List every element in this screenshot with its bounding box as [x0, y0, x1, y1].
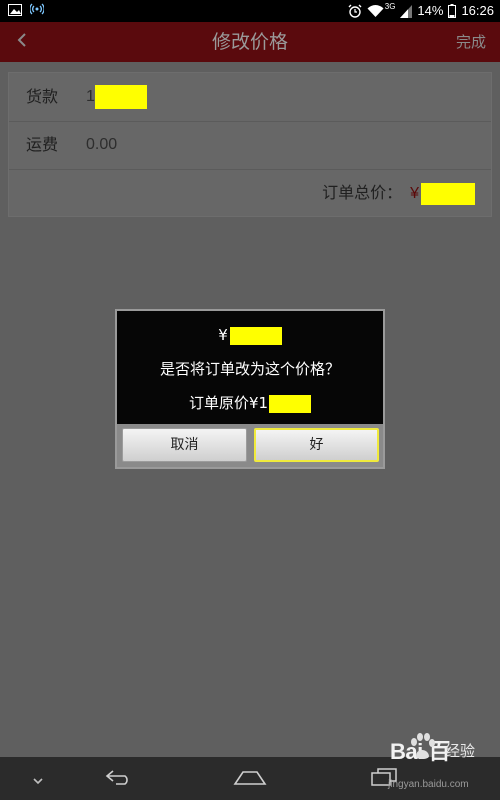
goods-price-row[interactable]: 货款 1 — [9, 73, 491, 122]
watermark-sub: 经验 — [445, 743, 476, 760]
redacted-goods-price — [95, 85, 147, 109]
battery-icon — [448, 4, 457, 18]
status-bar: 3G 14% 16:26 — [0, 0, 500, 22]
network-type-label: 3G — [384, 2, 396, 11]
redacted-new-price — [229, 326, 282, 345]
baidu-paw-icon — [408, 732, 436, 767]
new-price-line: ¥ — [117, 326, 383, 345]
order-total-currency: ¥ — [410, 185, 419, 202]
battery-percent: 14% — [417, 3, 444, 18]
shipping-fee-value: 0.00 — [86, 136, 118, 153]
dialog-button-bar: 取消 好 — [117, 424, 383, 467]
alarm-clock-icon — [348, 4, 362, 18]
done-button[interactable]: 完成 — [456, 22, 486, 62]
goods-price-label: 货款 — [26, 87, 59, 106]
new-price-currency: ¥ — [218, 326, 228, 344]
home-icon — [233, 768, 267, 790]
watermark-url: jingyan.baidu.com — [388, 779, 469, 790]
order-total-label: 订单总价： — [322, 183, 403, 202]
order-total-row: 订单总价： ¥ — [9, 169, 491, 217]
wireless-notification-icon — [30, 3, 44, 16]
hide-keyboard-button[interactable] — [28, 765, 48, 793]
goods-price-value: 1 — [86, 88, 95, 105]
shipping-fee-label: 运费 — [26, 135, 59, 154]
redacted-order-total — [421, 182, 475, 205]
page-title: 修改价格 — [211, 31, 288, 53]
clock-time: 16:26 — [461, 3, 494, 18]
cancel-button[interactable]: 取消 — [122, 428, 247, 462]
original-price-line: 订单原价¥1 — [117, 392, 383, 413]
original-price-label: 订单原价¥1 — [188, 394, 269, 412]
nav-back-button[interactable] — [100, 765, 138, 793]
baidu-jingyan-watermark: Bai 百 经验 jingyan.baidu.com — [350, 732, 490, 798]
gallery-notification-icon — [8, 3, 22, 16]
redacted-original-price — [269, 394, 312, 413]
nav-home-button[interactable] — [232, 765, 268, 793]
wifi-icon — [367, 4, 384, 18]
ok-button[interactable]: 好 — [254, 428, 379, 462]
dialog-question: 是否将订单改为这个价格？ — [159, 360, 340, 378]
confirm-price-dialog: ¥ 是否将订单改为这个价格？ 订单原价¥1 取消 好 — [115, 309, 385, 469]
price-form-card: 货款 1 运费 0.00 订单总价： ¥ — [8, 72, 492, 217]
back-arrow-icon — [104, 768, 134, 790]
chevron-down-icon — [32, 770, 44, 789]
cell-signal-icon — [400, 4, 413, 18]
title-bar: 修改价格 完成 — [0, 22, 500, 62]
shipping-fee-row[interactable]: 运费 0.00 — [9, 121, 491, 170]
